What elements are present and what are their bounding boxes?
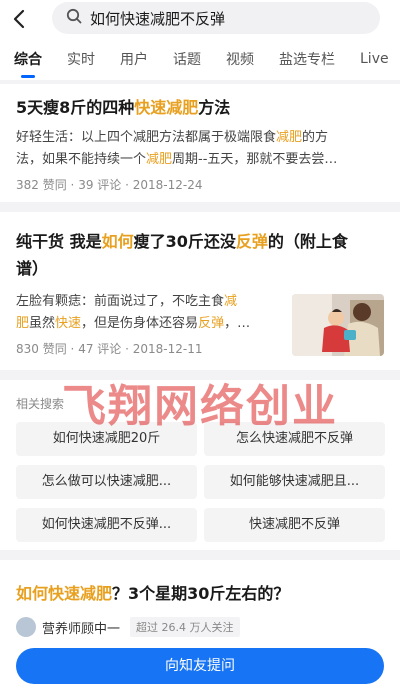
tab-column[interactable]: 盐选专栏: [279, 49, 335, 69]
follower-count: 超过 26.4 万人关注: [130, 617, 240, 637]
tab-videos[interactable]: 视频: [226, 49, 254, 69]
title-highlight: 快速减肥: [134, 98, 199, 117]
related-search-item[interactable]: 怎么快速减肥不反弹: [204, 422, 385, 456]
related-search-item[interactable]: 如何快速减肥20斤: [16, 422, 197, 456]
related-search-item[interactable]: 怎么做可以快速减肥...: [16, 465, 197, 499]
excerpt-highlight: 减: [224, 294, 238, 309]
result-excerpt: 左脸有颗痣：前面说过了，不吃主食减 肥虽然快速，但是伤身体还容易反弹，…: [16, 291, 284, 335]
excerpt-highlight: 减肥: [276, 130, 303, 145]
result-title[interactable]: 5天瘦8斤的四种快速减肥方法: [16, 94, 384, 121]
title-highlight: 反弹: [235, 232, 268, 251]
excerpt-text: 左脸有颗痣：前面说过了，不吃主食: [16, 294, 225, 309]
excerpt-highlight: 减肥: [146, 152, 173, 167]
excerpt-highlight: 反弹: [198, 316, 225, 331]
title-highlight: 如何快速减肥: [16, 584, 113, 603]
top-bar: 如何快速减肥不反弹: [0, 0, 400, 38]
excerpt-highlight: 快速: [55, 316, 82, 331]
back-icon[interactable]: [0, 0, 38, 38]
comment-count: 39 评论: [78, 178, 122, 192]
result-card[interactable]: 5天瘦8斤的四种快速减肥方法 好轻生活：以上四个减肥方法都属于极端限食减肥的方 …: [0, 84, 400, 202]
search-input[interactable]: 如何快速减肥不反弹: [52, 2, 380, 34]
excerpt-text: 虽然: [29, 316, 56, 331]
result-tabs: 综合 实时 用户 话题 视频 盐选专栏 Live: [0, 38, 400, 80]
related-title: 相关搜索: [16, 397, 65, 411]
search-icon: [66, 8, 82, 28]
related-search-item[interactable]: 如何能够快速减肥且...: [204, 465, 385, 499]
tab-users[interactable]: 用户: [120, 49, 148, 69]
title-text: 5天瘦8斤的四种: [16, 98, 135, 117]
like-count: 382 赞同: [16, 178, 67, 192]
question-author: 营养师顾中一 超过 26.4 万人关注: [16, 617, 384, 637]
result-thumbnail[interactable]: [292, 294, 384, 356]
excerpt-text: 法，如果不能持续一个: [16, 152, 147, 167]
result-card[interactable]: 纯干货 我是如何瘦了30斤还没反弹的（附上食 谱） 左脸有颗痣：前面说过了，不吃…: [0, 212, 400, 370]
title-text: 纯干货 我是: [16, 232, 102, 251]
excerpt-highlight: 肥: [16, 316, 30, 331]
title-text: 瘦了30斤还没: [133, 232, 236, 251]
excerpt-text: 好轻生活：以上四个减肥方法都属于极端限食: [16, 130, 277, 145]
excerpt-text: ，但是伤身体还容易: [81, 316, 199, 331]
related-search-item[interactable]: 快速减肥不反弹: [204, 508, 385, 542]
title-highlight: 如何: [101, 232, 134, 251]
search-query[interactable]: 如何快速减肥不反弹: [90, 8, 225, 29]
question-title[interactable]: 如何快速减肥？3个星期30斤左右的？: [16, 580, 384, 607]
tab-realtime[interactable]: 实时: [67, 49, 95, 69]
author-name[interactable]: 营养师顾中一: [42, 618, 120, 637]
excerpt-text: 周期--五天，那就不要去尝…: [172, 152, 338, 167]
title-text: 的（附上食: [267, 232, 348, 251]
ask-friends-button[interactable]: 向知友提问: [16, 648, 384, 684]
related-search-item[interactable]: 如何快速减肥不反弹...: [16, 508, 197, 542]
result-meta: 382 赞同 · 39 评论 · 2018-12-24: [16, 178, 203, 192]
excerpt-text: ，…: [224, 316, 251, 331]
post-date: 2018-12-24: [132, 178, 203, 192]
tab-comprehensive[interactable]: 综合: [14, 49, 42, 78]
result-excerpt: 好轻生活：以上四个减肥方法都属于极端限食减肥的方 法，如果不能持续一个减肥周期-…: [16, 127, 384, 171]
post-date: 2018-12-11: [132, 342, 203, 356]
excerpt-text: 的方: [302, 130, 329, 145]
avatar[interactable]: [16, 617, 36, 637]
tab-live[interactable]: Live: [360, 51, 389, 67]
title-text: 方法: [198, 98, 231, 117]
tab-topics[interactable]: 话题: [173, 49, 201, 69]
result-title[interactable]: 纯干货 我是如何瘦了30斤还没反弹的（附上食 谱）: [16, 228, 384, 282]
comment-count: 47 评论: [78, 342, 122, 356]
title-text: ？3个星期30斤左右的？: [112, 584, 290, 603]
title-text: 谱）: [16, 259, 49, 278]
like-count: 830 赞同: [16, 342, 67, 356]
